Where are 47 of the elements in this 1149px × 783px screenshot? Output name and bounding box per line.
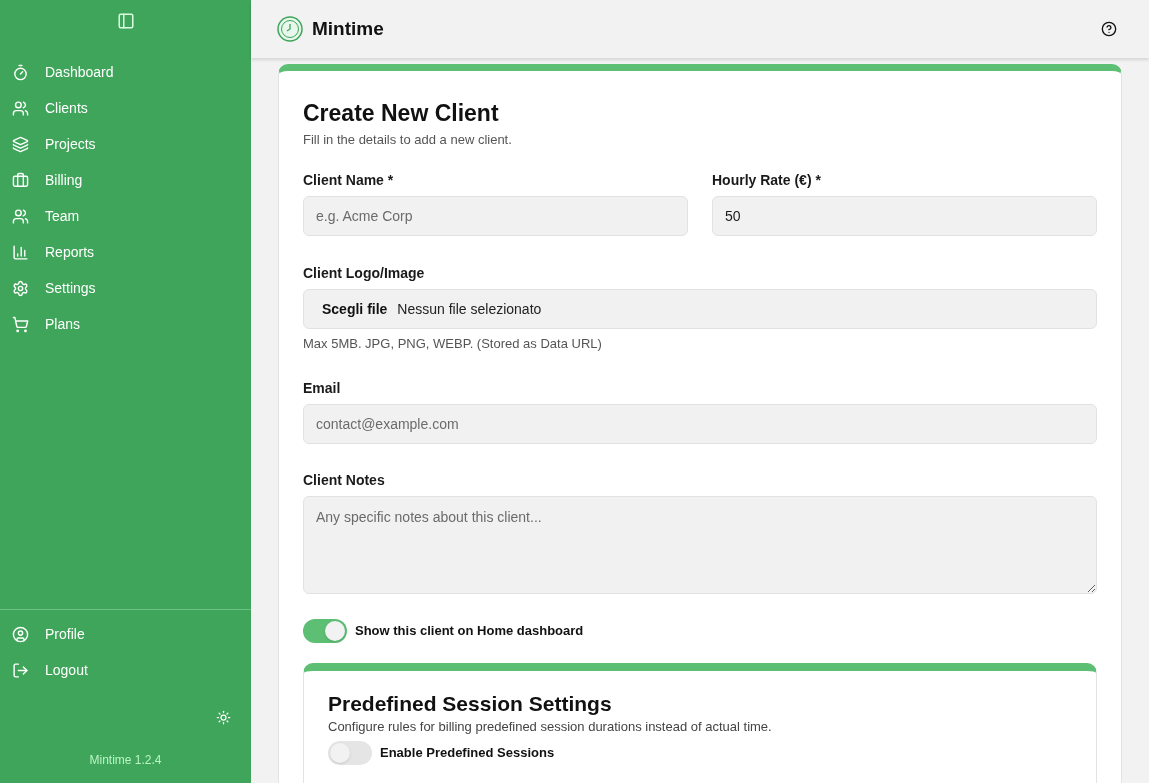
sidebar-item[interactable]: Clients [0,90,251,126]
help-icon[interactable] [1101,21,1117,37]
file-status: Nessun file selezionato [397,299,542,319]
sidebar-item[interactable]: Profile [0,616,251,652]
email-field[interactable]: contact@example.com [303,404,1097,444]
app-title: Mintime [312,16,384,41]
toggle-switch[interactable] [328,741,372,765]
section-subtitle: Configure rules for billing predefined session durations instead of actual time. [328,719,773,735]
sidebar-item[interactable]: Dashboard [0,54,251,90]
field-label: Hourly Rate (€) * [712,172,822,188]
toggle-label: Enable Predefined Sessions [380,744,555,763]
sidebar-item[interactable]: Projects [0,126,251,162]
form-subtitle: Fill in the details to add a new client. [303,132,513,148]
hourly-rate-field[interactable]: 50 [712,196,1097,236]
stopwatch-icon [12,63,29,81]
sidebar-item[interactable]: Plans [0,306,251,342]
client-name-field[interactable]: e.g. Acme Corp [303,196,688,236]
file-input[interactable]: Scegli file Nessun file selezionato [303,289,1097,329]
field-label: Client Logo/Image [303,265,426,281]
theme-toggle-icon[interactable] [216,710,231,725]
bar-chart-icon [12,243,29,261]
sidebar-item[interactable]: Settings [0,270,251,306]
briefcase-icon [12,171,29,189]
field-label: Client Notes [303,472,386,488]
field-label: Email [303,380,342,396]
version-label: Mintime 1.2.4 [89,752,162,769]
sidebar-item[interactable]: Billing [0,162,251,198]
settings-icon [12,279,29,297]
field-hint: Max 5MB. JPG, PNG, WEBP. (Stored as Data URL) [303,336,603,352]
toggle-label: Show this client on Home dashboard [355,622,584,641]
form-title: Create New Client [303,99,500,127]
section-title: Predefined Session Settings [328,691,613,717]
logout-icon [12,661,29,679]
sidebar-item[interactable]: Team [0,198,251,234]
user-icon [12,625,29,643]
choose-file-button[interactable]: Scegli file [322,298,388,320]
users-icon [12,207,29,225]
clock-logo-icon [277,16,303,42]
layers-icon [12,135,29,153]
field-label: Client Name * [303,172,395,188]
sidebar-item[interactable]: Reports [0,234,251,270]
sidebar-toggle-icon[interactable] [116,12,135,30]
notes-field[interactable]: Any specific notes about this client... [303,496,1097,594]
toggle-switch[interactable] [303,619,347,643]
cart-icon [12,315,29,333]
sidebar-item[interactable]: Logout [0,652,251,688]
users-icon [12,99,29,117]
